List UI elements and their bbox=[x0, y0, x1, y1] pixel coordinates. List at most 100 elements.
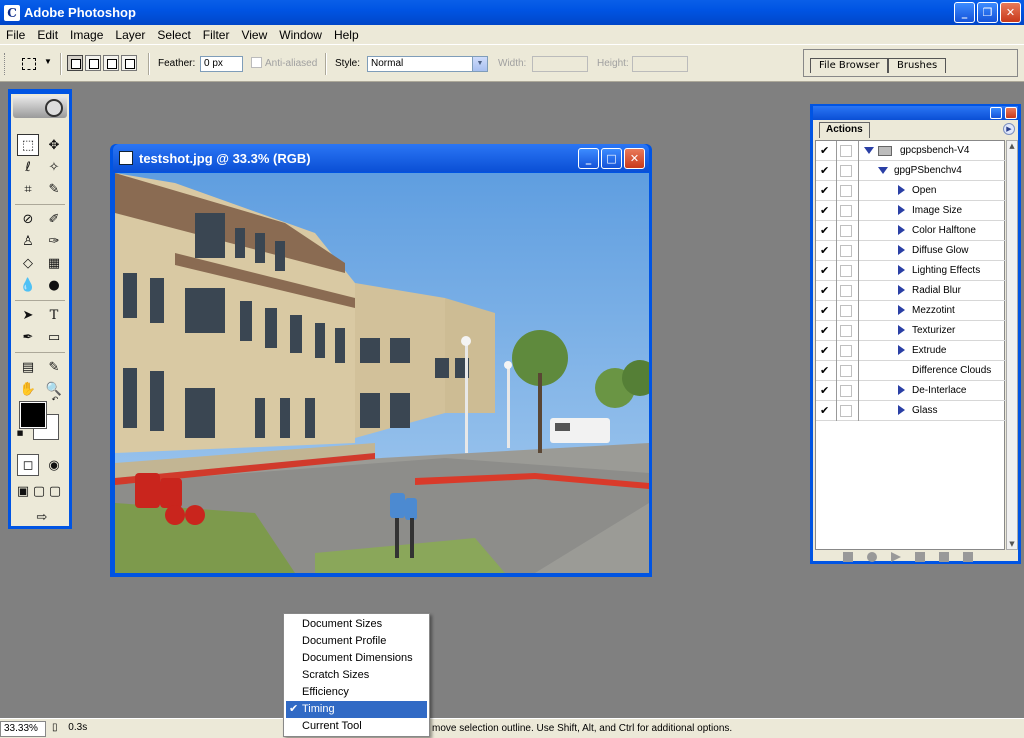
notes-tool-icon[interactable]: ▤ bbox=[17, 356, 39, 378]
magic-wand-tool-icon[interactable]: ✧ bbox=[43, 156, 65, 178]
expand-triangle-icon[interactable] bbox=[898, 265, 905, 275]
dodge-tool-icon[interactable]: ● bbox=[43, 274, 65, 296]
action-step-row[interactable]: ✔ Diffuse Glow bbox=[816, 241, 1006, 261]
toggle-checkmark-icon[interactable]: ✔ bbox=[820, 365, 832, 377]
action-step-row[interactable]: ✔ Extrude bbox=[816, 341, 1006, 361]
toggle-checkmark-icon[interactable]: ✔ bbox=[820, 305, 832, 317]
palette-close-button[interactable] bbox=[1005, 107, 1017, 119]
menu-item-current-tool[interactable]: Current Tool bbox=[286, 718, 427, 735]
healing-brush-icon[interactable]: ⊘ bbox=[17, 208, 39, 230]
tab-actions[interactable]: Actions bbox=[819, 122, 870, 138]
blur-tool-icon[interactable]: 💧 bbox=[17, 274, 39, 296]
standard-screen-mode-icon[interactable]: ▣ bbox=[15, 480, 31, 502]
style-select[interactable]: Normal ▼ bbox=[367, 56, 488, 72]
toggle-checkmark-icon[interactable]: ✔ bbox=[820, 265, 832, 277]
options-bar-grip[interactable] bbox=[4, 53, 7, 75]
palette-minimize-button[interactable] bbox=[990, 107, 1002, 119]
palette-menu-icon[interactable]: ▶ bbox=[1003, 123, 1015, 135]
menu-file[interactable]: File bbox=[0, 28, 31, 42]
move-tool-icon[interactable]: ✥ bbox=[43, 134, 65, 156]
menu-item-timing[interactable]: ✔ Timing bbox=[286, 701, 427, 718]
standard-mode-icon[interactable]: ◻ bbox=[17, 454, 39, 476]
new-set-folder-icon[interactable] bbox=[915, 552, 925, 562]
document-title-bar[interactable]: testshot.jpg @ 33.3% (RGB) _ □ ✕ bbox=[113, 144, 649, 172]
anti-aliased-checkbox[interactable] bbox=[251, 57, 262, 68]
dialog-toggle-box[interactable] bbox=[840, 185, 852, 197]
tool-preset-picker[interactable]: ▼ bbox=[18, 55, 54, 73]
menu-item-scratch-sizes[interactable]: Scratch Sizes bbox=[286, 667, 427, 684]
actions-scrollbar[interactable]: ▲ ▼ bbox=[1006, 140, 1018, 550]
lasso-tool-icon[interactable]: ℓ bbox=[17, 156, 39, 178]
marquee-tool-icon[interactable]: ⬚ bbox=[17, 134, 39, 156]
action-step-row[interactable]: ✔ Mezzotint bbox=[816, 301, 1006, 321]
shape-tool-icon[interactable]: ▭ bbox=[43, 326, 65, 348]
action-step-row[interactable]: ✔ Radial Blur bbox=[816, 281, 1006, 301]
intersect-selection-button[interactable] bbox=[121, 55, 137, 71]
expand-triangle-icon[interactable] bbox=[898, 225, 905, 235]
dialog-toggle-box[interactable] bbox=[840, 165, 852, 177]
hand-tool-icon[interactable]: ✋ bbox=[17, 378, 39, 400]
doc-close-button[interactable]: ✕ bbox=[624, 148, 645, 169]
menu-item-document-dimensions[interactable]: Document Dimensions bbox=[286, 650, 427, 667]
history-brush-icon[interactable]: ✑ bbox=[43, 230, 65, 252]
full-screen-menu-mode-icon[interactable]: ▢ bbox=[31, 480, 47, 502]
expand-triangle-icon[interactable] bbox=[898, 305, 905, 315]
menu-filter[interactable]: Filter bbox=[197, 28, 236, 42]
trash-icon[interactable] bbox=[963, 552, 973, 562]
tab-brushes[interactable]: Brushes bbox=[888, 58, 947, 73]
expand-triangle-icon[interactable] bbox=[898, 205, 905, 215]
action-step-row[interactable]: ✔ Texturizer bbox=[816, 321, 1006, 341]
quick-mask-mode-icon[interactable]: ◉ bbox=[43, 454, 65, 476]
expand-triangle-icon[interactable] bbox=[898, 285, 905, 295]
doc-maximize-button[interactable]: □ bbox=[601, 148, 622, 169]
toggle-checkmark-icon[interactable]: ✔ bbox=[820, 205, 832, 217]
menu-window[interactable]: Window bbox=[273, 28, 328, 42]
action-set-row[interactable]: ✔ gpcpsbench-V4 bbox=[816, 141, 1006, 161]
dialog-toggle-box[interactable] bbox=[840, 285, 852, 297]
menu-image[interactable]: Image bbox=[64, 28, 109, 42]
toggle-checkmark-icon[interactable]: ✔ bbox=[820, 225, 832, 237]
action-step-row[interactable]: ✔ Color Halftone bbox=[816, 221, 1006, 241]
height-input[interactable] bbox=[632, 56, 688, 72]
menu-edit[interactable]: Edit bbox=[31, 28, 64, 42]
expand-triangle-icon[interactable] bbox=[898, 245, 905, 255]
dialog-toggle-box[interactable] bbox=[840, 365, 852, 377]
menu-view[interactable]: View bbox=[235, 28, 273, 42]
dialog-toggle-box[interactable] bbox=[840, 385, 852, 397]
doc-minimize-button[interactable]: _ bbox=[578, 148, 599, 169]
crop-tool-icon[interactable]: ⌗ bbox=[17, 178, 39, 200]
action-step-row[interactable]: ✔ Open bbox=[816, 181, 1006, 201]
action-step-row[interactable]: ✔ Glass bbox=[816, 401, 1006, 421]
menu-select[interactable]: Select bbox=[151, 28, 196, 42]
dialog-toggle-box[interactable] bbox=[840, 405, 852, 417]
action-step-row[interactable]: ✔ Lighting Effects bbox=[816, 261, 1006, 281]
play-icon[interactable] bbox=[891, 552, 901, 562]
toggle-checkmark-icon[interactable]: ✔ bbox=[820, 185, 832, 197]
expand-triangle-icon[interactable] bbox=[898, 345, 905, 355]
full-screen-mode-icon[interactable]: ▢ bbox=[47, 480, 63, 502]
gradient-tool-icon[interactable]: ▦ bbox=[43, 252, 65, 274]
clone-stamp-icon[interactable]: ♙ bbox=[17, 230, 39, 252]
menu-help[interactable]: Help bbox=[328, 28, 365, 42]
app-title-bar[interactable]: C Adobe Photoshop _ ❐ ✕ bbox=[0, 0, 1024, 25]
expand-triangle-icon[interactable] bbox=[898, 325, 905, 335]
subtract-from-selection-button[interactable] bbox=[103, 55, 119, 71]
record-icon[interactable] bbox=[867, 552, 877, 562]
expand-triangle-icon[interactable] bbox=[898, 185, 905, 195]
stop-icon[interactable] bbox=[843, 552, 853, 562]
slice-tool-icon[interactable]: ✎ bbox=[43, 178, 65, 200]
toggle-checkmark-icon[interactable]: ✔ bbox=[820, 145, 832, 157]
toggle-checkmark-icon[interactable]: ✔ bbox=[820, 325, 832, 337]
action-step-row[interactable]: ✔ De-Interlace bbox=[816, 381, 1006, 401]
close-button[interactable]: ✕ bbox=[1000, 2, 1021, 23]
tab-file-browser[interactable]: File Browser bbox=[810, 58, 889, 73]
toggle-checkmark-icon[interactable]: ✔ bbox=[820, 345, 832, 357]
restore-button[interactable]: ❐ bbox=[977, 2, 998, 23]
expand-triangle-icon[interactable] bbox=[878, 167, 888, 174]
toggle-checkmark-icon[interactable]: ✔ bbox=[820, 385, 832, 397]
pen-tool-icon[interactable]: ✒ bbox=[17, 326, 39, 348]
eyedropper-tool-icon[interactable]: ✎ bbox=[43, 356, 65, 378]
action-step-row[interactable]: ✔ Image Size bbox=[816, 201, 1006, 221]
feather-input[interactable]: 0 px bbox=[200, 56, 243, 72]
toggle-checkmark-icon[interactable]: ✔ bbox=[820, 245, 832, 257]
